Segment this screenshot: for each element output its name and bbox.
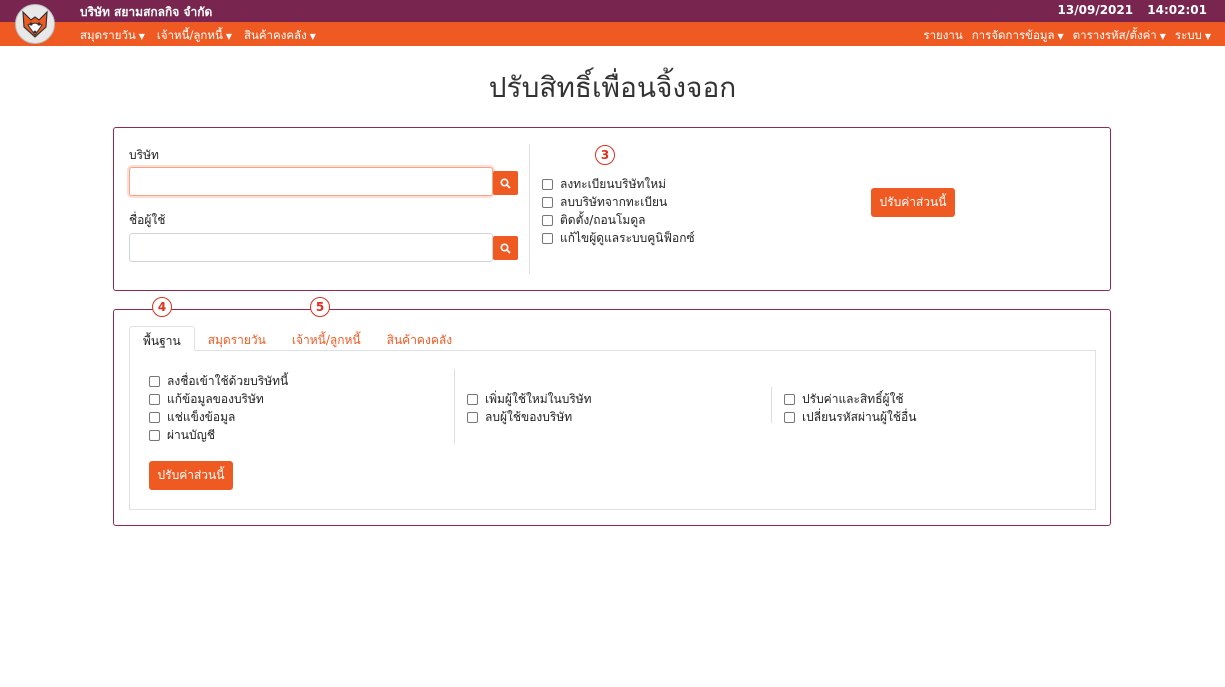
perm-edit-admin[interactable]: แก้ไขผู้ดูแลระบบคูนิฟ็อกซ์ [542,229,695,248]
fox-logo-icon[interactable] [15,4,55,44]
checkbox[interactable] [542,233,553,244]
tab-inventory[interactable]: สินค้าคงคลัง [374,326,465,351]
checkbox[interactable] [542,197,553,208]
caret-down-icon: ▼ [1159,32,1166,41]
tab-ap-ar[interactable]: เจ้าหนี้/ลูกหนี้ [279,326,374,351]
caret-down-icon: ▼ [225,32,232,41]
checkbox[interactable] [467,394,478,405]
perm-edit-company-info[interactable]: แก้ข้อมูลของบริษัท [149,390,264,409]
perm-remove-company[interactable]: ลบบริษัทจากทะเบียน [542,193,667,212]
checkbox[interactable] [149,412,160,423]
nav-system-menu[interactable]: ระบบ ▼ [1175,27,1211,45]
step-marker-3: 3 [595,145,615,165]
user-label: ชื่อผู้ใช้ [129,213,166,227]
checkbox[interactable] [542,179,553,190]
nav-ap-ar-menu[interactable]: เจ้าหนี้/ลูกหนี้ ▼ [157,27,232,45]
apply-company-perms-button[interactable]: ปรับค่าส่วนนี้ [871,188,955,217]
permission-tabs: พื้นฐาน สมุดรายวัน เจ้าหนี้/ลูกหนี้ สินค… [129,326,465,351]
perm-add-user[interactable]: เพิ่มผู้ใช้ใหม่ในบริษัท [467,390,592,409]
tab-basic[interactable]: พื้นฐาน [129,326,195,351]
perm-freeze-data[interactable]: แช่แข็งข้อมูล [149,408,235,427]
company-search-button[interactable] [493,171,518,195]
apply-basic-perms-button[interactable]: ปรับค่าส่วนนี้ [149,461,233,490]
checkbox[interactable] [784,412,795,423]
checkbox[interactable] [149,376,160,387]
perm-login-company[interactable]: ลงชื่อเข้าใช้ด้วยบริษัทนี้ [149,372,288,391]
checkbox[interactable] [784,394,795,405]
caret-down-icon: ▼ [1204,32,1211,41]
checkbox[interactable] [542,215,553,226]
tab-pane-basic: ลงชื่อเข้าใช้ด้วยบริษัทนี้ แก้ข้อมูลของบ… [129,350,1096,510]
perm-install-module[interactable]: ติดตั้ง/ถอนโมดูล [542,211,645,230]
step-marker-4: 4 [152,297,172,317]
step-marker-5: 5 [310,297,330,317]
nav-right: รายงาน การจัดการข้อมูล ▼ ตารางรหัส/ตั้งค่… [923,27,1211,45]
company-input[interactable] [129,167,493,196]
nav-inventory-menu[interactable]: สินค้าคงคลัง ▼ [244,27,316,45]
nav-left: สมุดรายวัน ▼ เจ้าหนี้/ลูกหนี้ ▼ สินค้าคงคล… [80,27,316,45]
caret-down-icon: ▼ [1057,32,1064,41]
checkbox[interactable] [149,430,160,441]
perm-user-settings[interactable]: ปรับค่าและสิทธิ์ผู้ใช้ [784,390,904,409]
perm-post-accounts[interactable]: ผ่านบัญชี [149,426,215,445]
user-search-button[interactable] [493,236,518,260]
caret-down-icon: ▼ [138,32,145,41]
search-icon [500,177,511,189]
nav-report-link[interactable]: รายงาน [923,27,962,45]
checkbox[interactable] [467,412,478,423]
column-divider [454,369,455,444]
perm-register-company[interactable]: ลงทะเบียนบริษัทใหม่ [542,175,666,194]
caret-down-icon: ▼ [309,32,316,41]
checkbox[interactable] [149,394,160,405]
current-date: 13/09/2021 [1057,3,1134,17]
top-bar: บริษัท สยามสกลกิจ จำกัด 13/09/2021 14:02… [0,0,1225,22]
user-input[interactable] [129,233,493,262]
nav-journal-menu[interactable]: สมุดรายวัน ▼ [80,27,145,45]
permissions-panel: 4 5 พื้นฐาน สมุดรายวัน เจ้าหนี้/ลูกหนี้ … [113,297,1111,526]
current-time: 14:02:01 [1147,3,1207,17]
perm-remove-user[interactable]: ลบผู้ใช้ของบริษัท [467,408,572,427]
company-name: บริษัท สยามสกลกิจ จำกัด [80,5,213,19]
search-icon [500,242,511,254]
company-user-panel: บริษัท ชื่อผู้ใช้ 3 ลงทะเบียนบริษัทใหม่ … [113,127,1111,291]
nav-data-management-menu[interactable]: การจัดการข้อมูล ▼ [972,27,1064,45]
column-divider [529,144,530,274]
nav-bar: สมุดรายวัน ▼ เจ้าหนี้/ลูกหนี้ ▼ สินค้าคงคล… [0,22,1225,46]
tab-journal[interactable]: สมุดรายวัน [195,326,279,351]
page-title: ปรับสิทธิ์เพื่อนจิ้งจอก [488,71,737,104]
company-label: บริษัท [129,148,159,162]
perm-change-password[interactable]: เปลี่ยนรหัสผ่านผู้ใช้อื่น [784,408,916,427]
datetime: 13/09/2021 14:02:01 [1048,3,1207,17]
nav-code-settings-menu[interactable]: ตารางรหัส/ตั้งค่า ▼ [1073,27,1166,45]
column-divider [771,387,772,423]
